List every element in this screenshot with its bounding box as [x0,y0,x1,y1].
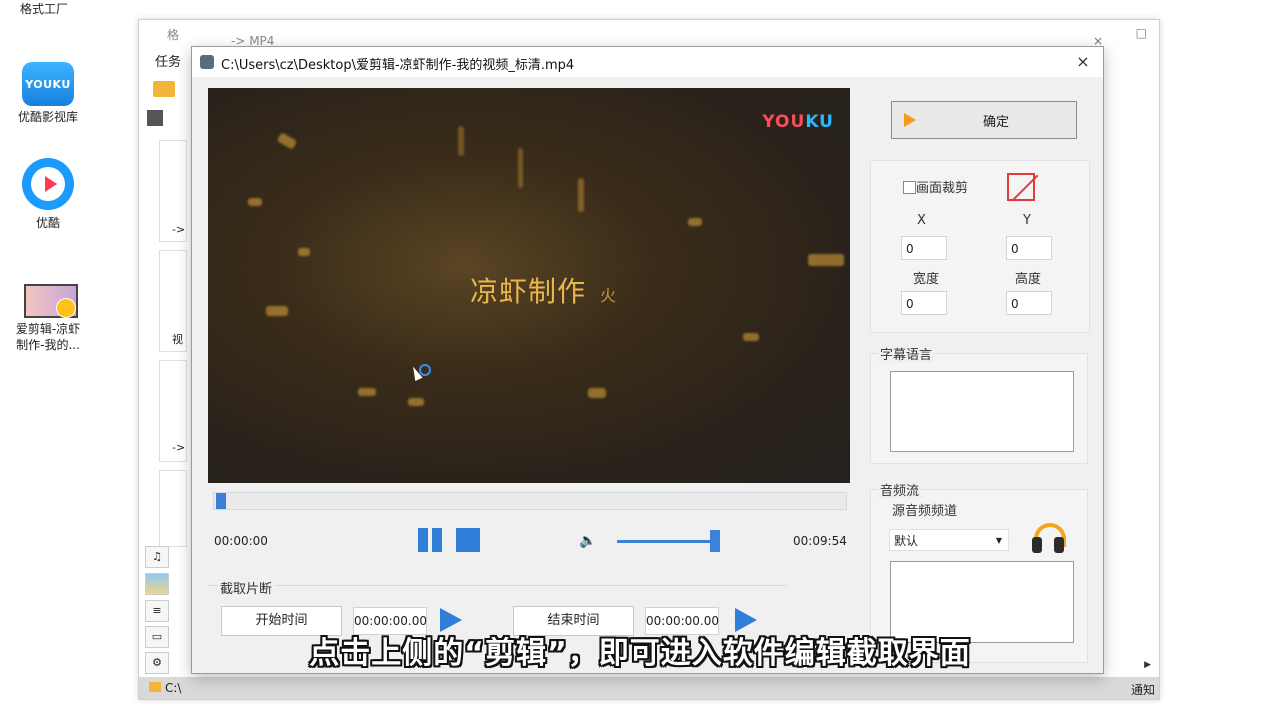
video-light-streak [408,398,424,406]
youku-tile-text: YOUKU [25,78,71,91]
volume-slider[interactable] [617,540,717,543]
video-light-streak [358,388,376,396]
crop-checkbox[interactable] [903,181,916,194]
volume-thumb[interactable] [710,530,720,552]
current-time: 00:00:00 [214,534,268,548]
desktop-top-label: 格式工厂 [20,2,68,16]
crop-width-label: 宽度 [913,268,939,287]
audio-channel-select[interactable]: 默认 ▼ [889,529,1009,551]
background-list-item[interactable]: -> [159,360,187,462]
speaker-icon[interactable]: 🔈 [579,533,596,549]
subtitle-language-list[interactable] [890,371,1074,452]
video-caption: 点击上侧的“剪辑”，即可进入软件编辑截取界面 [0,628,1280,672]
dialog-titlebar: C:\Users\cz\Desktop\爱剪辑-凉虾制作-我的视频_标清.mp4… [192,47,1103,77]
stop-icon [456,528,480,552]
crop-width-input[interactable]: 0 [901,291,947,315]
close-icon[interactable]: × [1073,52,1093,72]
pause-icon-bar [432,528,442,552]
crop-checkbox-label: 画面裁剪 [916,177,968,196]
video-light-streak [298,248,310,256]
seek-thumb[interactable] [216,493,226,509]
audio-channel-value: 默认 [894,534,918,548]
seek-bar[interactable] [213,492,847,510]
crop-icon [1007,173,1035,201]
desktop-icon-label-youku: 优酷 [12,216,84,230]
status-left-text: C:\ [165,681,181,695]
background-toolbar-icon[interactable] [153,81,175,97]
youku-library-icon[interactable]: YOUKU [22,62,74,106]
dialog-title: C:\Users\cz\Desktop\爱剪辑-凉虾制作-我的视频_标清.mp4 [221,54,574,73]
youku-app-icon[interactable] [22,158,74,210]
play-badge-icon [56,298,76,318]
desktop-icon-label-video-line1: 爱剪辑-凉虾 [6,322,90,336]
chevron-down-icon: ▼ [996,530,1002,552]
desktop-icon-label-youku-library: 优酷影视库 [12,110,84,124]
headphones-icon [1032,521,1064,553]
background-list-item[interactable]: -> [159,140,187,242]
video-light-streak [808,254,844,266]
background-row-label: -> [172,441,185,454]
video-light-streak [248,198,262,206]
background-window-titlebar: 格 -> MP4 [139,20,1159,48]
background-status-bar: C:\ 通知 [139,677,1159,699]
pause-button[interactable] [418,528,442,552]
crop-x-label: X [917,213,926,228]
video-light-streak [458,126,464,156]
background-menu-task[interactable]: 任务 [155,51,181,70]
crop-panel: 画面裁剪 X Y 0 0 宽度 高度 0 0 [870,160,1090,333]
video-light-streak [743,333,759,341]
stop-button[interactable] [456,528,480,552]
clip-segment-label: 截取片断 [218,578,274,597]
audio-source-label: 源音频频道 [892,500,957,519]
video-light-streak [588,388,606,398]
video-light-streak [277,132,298,150]
status-folder-icon [149,682,161,692]
confirm-button[interactable]: 确定 [891,101,1077,139]
crop-y-input[interactable]: 0 [1006,236,1052,260]
crop-y-label: Y [1023,213,1031,228]
confirm-label: 确定 [892,111,1076,130]
video-light-streak [578,178,584,212]
background-restore-icon[interactable]: □ [1136,26,1147,40]
youku-watermark: YOUKU [762,112,834,132]
audio-stream-label: 音频流 [878,480,921,499]
total-time: 00:09:54 [793,534,847,548]
crop-height-label: 高度 [1015,268,1041,287]
video-overlay-title: 凉虾制作火 [470,270,617,310]
image-tool-icon[interactable] [145,573,169,595]
crop-height-input[interactable]: 0 [1006,291,1052,315]
video-light-streak [688,218,702,226]
loading-ring-icon [419,364,431,376]
background-film-icon[interactable] [147,110,163,126]
document-tool-icon[interactable]: ≡ [145,600,169,622]
desktop-icon-label-video-line2: 制作-我的... [6,338,90,352]
subtitle-language-label: 字幕语言 [878,344,934,363]
background-list-item[interactable]: 视 [159,250,187,352]
video-preview[interactable]: 凉虾制作火 YOUKU [208,88,850,483]
app-icon [200,55,214,69]
video-overlay-main: 凉虾制作 [470,275,586,308]
background-list-item[interactable] [159,470,187,547]
background-row-label: 视 [172,331,183,347]
video-overlay-extra: 火 [600,286,617,305]
background-window-title: 格 [167,26,179,43]
video-light-streak [518,148,523,188]
crop-x-input[interactable]: 0 [901,236,947,260]
background-row-label: -> [172,223,185,236]
music-tool-icon[interactable]: ♫ [145,546,169,568]
video-light-streak [266,306,288,316]
clip-dialog: C:\Users\cz\Desktop\爱剪辑-凉虾制作-我的视频_标清.mp4… [191,46,1104,674]
pause-icon [418,528,428,552]
status-right-text[interactable]: 通知 [1131,681,1155,698]
